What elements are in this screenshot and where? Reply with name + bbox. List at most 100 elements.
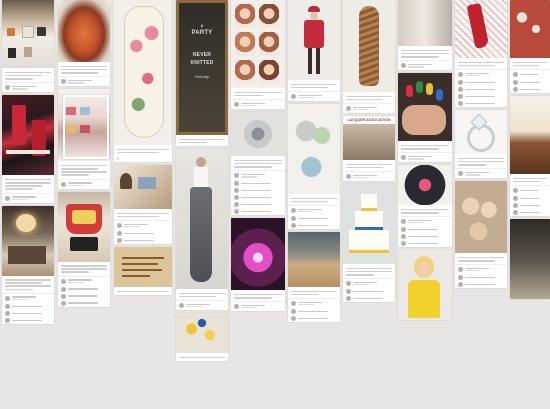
- pin-attribution[interactable]: [288, 90, 340, 101]
- pin-image-carving[interactable]: [343, 0, 395, 92]
- pin-image-red-chairs[interactable]: [2, 95, 54, 176]
- pin-image-boot[interactable]: [455, 0, 507, 58]
- avatar[interactable]: [234, 101, 239, 107]
- avatar[interactable]: [458, 267, 463, 273]
- pin-card-landscape[interactable]: [288, 231, 340, 322]
- pin-card-nails[interactable]: [398, 73, 452, 163]
- pin-attribution[interactable]: [58, 178, 110, 189]
- avatar[interactable]: [513, 71, 518, 77]
- pin-card-nursery[interactable]: [2, 205, 54, 324]
- pin-attribution[interactable]: [455, 168, 507, 178]
- pin-attribution[interactable]: [114, 219, 172, 230]
- pin-image-storage[interactable]: [58, 89, 110, 162]
- pin-card-wood-sculpture[interactable]: [343, 0, 395, 113]
- pin-card-food[interactable]: [58, 0, 110, 87]
- pin-card-lacquer[interactable]: LACQUER ASSOCIATION: [343, 115, 395, 181]
- pin-attribution[interactable]: [2, 192, 54, 203]
- avatar[interactable]: [346, 281, 351, 287]
- pin-attribution[interactable]: [455, 264, 507, 274]
- pin-image-basket[interactable]: [58, 191, 110, 262]
- pin-attribution[interactable]: [288, 297, 340, 308]
- avatar[interactable]: [179, 302, 184, 308]
- pin-card-gift-bag[interactable]: [58, 191, 110, 307]
- avatar[interactable]: [61, 278, 66, 284]
- pin-card-embroidery[interactable]: [231, 111, 285, 216]
- pin-image-wedding-cake[interactable]: [343, 183, 395, 264]
- pin-attribution[interactable]: [58, 76, 110, 86]
- pin-image-salmon[interactable]: [58, 0, 110, 62]
- pin-card-party[interactable]: [114, 164, 172, 244]
- pin-image-red-dress[interactable]: [288, 0, 340, 80]
- pin-attribution[interactable]: [343, 102, 395, 113]
- pin-image-nail-art[interactable]: [398, 73, 452, 142]
- pin-card-glow[interactable]: [231, 218, 285, 312]
- pin-image-room[interactable]: [2, 205, 54, 276]
- pin-attribution[interactable]: [288, 204, 340, 215]
- avatar[interactable]: [61, 79, 66, 85]
- pin-image-kitchen[interactable]: [2, 0, 54, 68]
- pin-attribution[interactable]: [343, 170, 395, 181]
- pin-image-cupcake[interactable]: [510, 95, 550, 174]
- pin-image-brooches[interactable]: [288, 103, 340, 194]
- pin-card-portrait[interactable]: [398, 250, 452, 321]
- avatar[interactable]: [458, 71, 463, 77]
- pin-image-dark-room[interactable]: [510, 218, 550, 299]
- avatar[interactable]: [5, 195, 10, 201]
- pin-attribution[interactable]: [2, 82, 54, 92]
- pin-image-hair-grid[interactable]: [231, 0, 285, 88]
- pin-image-hoop[interactable]: [231, 111, 285, 156]
- pin-image-sunflowers[interactable]: [176, 312, 228, 353]
- pin-card-shelves[interactable]: [58, 89, 110, 189]
- pin-attribution[interactable]: [510, 68, 550, 79]
- pin-card-red-boot[interactable]: [455, 0, 507, 107]
- pin-attribution[interactable]: [231, 301, 285, 311]
- pin-card-fashion[interactable]: [176, 148, 228, 310]
- avatar[interactable]: [401, 63, 406, 69]
- avatar[interactable]: [234, 173, 239, 179]
- pin-attribution[interactable]: [58, 275, 110, 286]
- pin-card-nails-2[interactable]: [510, 0, 550, 93]
- pin-card-pink-flower[interactable]: [398, 165, 452, 248]
- pin-card-interior[interactable]: [398, 0, 452, 71]
- pin-image-meringues[interactable]: [455, 181, 507, 254]
- pin-attribution[interactable]: [2, 292, 54, 303]
- pin-card-chalk-sign[interactable]: A PARTY NEVER KNITTED Holiday: [176, 0, 228, 146]
- pin-attribution[interactable]: [343, 278, 395, 288]
- pin-card-jewelry[interactable]: [288, 103, 340, 229]
- pin-card-red-outfit[interactable]: [288, 0, 340, 101]
- pin-card-home-decor[interactable]: [2, 0, 54, 93]
- pin-image-quote[interactable]: [114, 246, 172, 287]
- pin-card-floral-shoe[interactable]: ♥ ·: [114, 0, 172, 162]
- pin-image-diamond-ring[interactable]: [455, 109, 507, 154]
- pin-image-pink-light[interactable]: [231, 218, 285, 291]
- avatar[interactable]: [346, 173, 351, 179]
- pin-image-long-skirt[interactable]: [176, 148, 228, 289]
- pin-card-dark-interior[interactable]: [510, 218, 550, 299]
- pin-card-cupcake[interactable]: [510, 95, 550, 216]
- avatar[interactable]: [291, 93, 296, 99]
- pin-image-chalkboard[interactable]: A PARTY NEVER KNITTED Holiday: [176, 0, 228, 135]
- pin-card-table-setting[interactable]: [2, 95, 54, 203]
- pin-card-quote[interactable]: [114, 246, 172, 295]
- avatar[interactable]: [513, 187, 518, 193]
- pin-image-party[interactable]: [114, 164, 172, 209]
- avatar[interactable]: [5, 85, 10, 91]
- pin-image-hallway[interactable]: [398, 0, 452, 46]
- avatar[interactable]: [346, 105, 351, 111]
- avatar[interactable]: [234, 304, 239, 310]
- pin-image-polka-nails[interactable]: [510, 0, 550, 58]
- pin-card-pastry[interactable]: [455, 181, 507, 289]
- pin-image-flower[interactable]: [398, 165, 452, 206]
- pin-attribution[interactable]: [231, 170, 285, 180]
- pin-attribution[interactable]: [398, 216, 452, 226]
- pin-image-shoe[interactable]: [114, 0, 172, 145]
- pin-card-ring[interactable]: [455, 109, 507, 179]
- pin-attribution[interactable]: [231, 98, 285, 109]
- avatar[interactable]: [117, 222, 122, 228]
- pin-card-hairstyles[interactable]: [231, 0, 285, 109]
- avatar[interactable]: [401, 219, 406, 225]
- avatar[interactable]: [291, 300, 296, 306]
- pin-attribution[interactable]: [455, 68, 507, 79]
- pin-image-shop[interactable]: [343, 123, 395, 160]
- avatar[interactable]: [458, 171, 463, 177]
